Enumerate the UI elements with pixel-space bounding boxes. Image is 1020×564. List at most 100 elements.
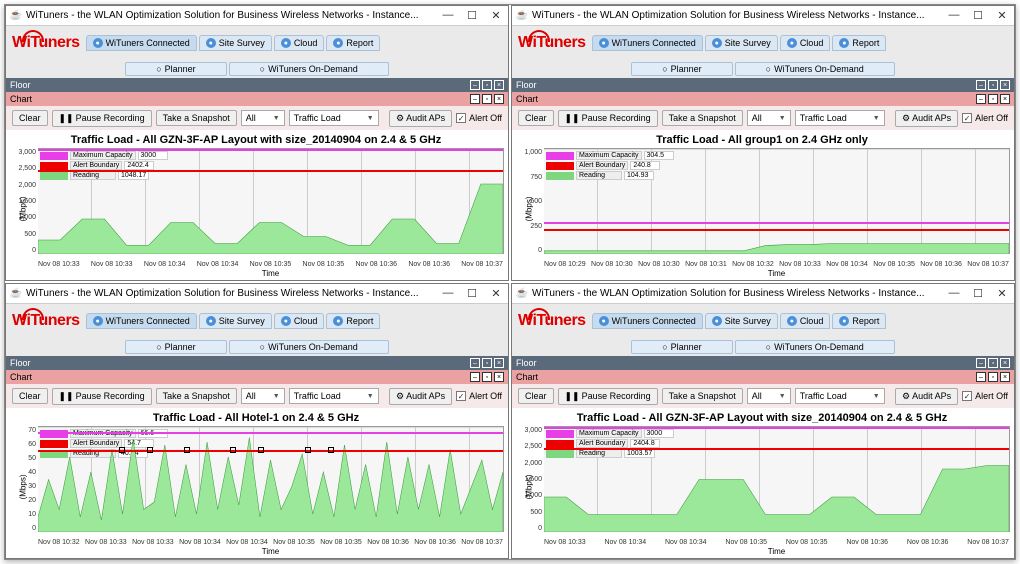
metric-select[interactable]: Traffic Load▼ [795,388,885,404]
main-tab[interactable]: ●WiTuners Connected [592,313,703,329]
panel-restore-icon[interactable]: ▫ [988,358,998,368]
main-tab[interactable]: ●WiTuners Connected [86,313,197,329]
main-tab[interactable]: ●Site Survey [705,313,778,329]
scope-select[interactable]: All▼ [241,388,285,404]
sub-tab[interactable]: ○Planner [631,340,732,354]
pause-recording-button[interactable]: ❚❚Pause Recording [52,110,152,127]
main-tabs: ●WiTuners Connected●Site Survey●Cloud●Re… [592,313,887,329]
sub-tab[interactable]: ○Planner [125,62,226,76]
minimize-button[interactable]: — [946,287,962,300]
minimize-button[interactable]: — [440,287,456,300]
close-button[interactable]: ✕ [994,287,1010,300]
panel-close-icon[interactable]: × [494,358,504,368]
panel-minimize-icon[interactable]: – [470,80,480,90]
panel-minimize-icon[interactable]: – [470,372,480,382]
main-tab[interactable]: ●Report [832,313,886,329]
panel-minimize-icon[interactable]: – [976,358,986,368]
minimize-button[interactable]: — [946,9,962,22]
panel-minimize-icon[interactable]: – [470,94,480,104]
panel-close-icon[interactable]: × [1000,80,1010,90]
snapshot-button[interactable]: Take a Snapshot [156,110,237,126]
panel-close-icon[interactable]: × [1000,372,1010,382]
tab-icon: ● [281,38,291,48]
sub-tab[interactable]: ○Planner [631,62,732,76]
panel-close-icon[interactable]: × [1000,94,1010,104]
audit-aps-button[interactable]: ⚙Audit APs [389,388,452,405]
close-button[interactable]: ✕ [488,9,504,22]
snapshot-button[interactable]: Take a Snapshot [662,110,743,126]
panel-restore-icon[interactable]: ▫ [988,80,998,90]
panel-restore-icon[interactable]: ▫ [482,358,492,368]
main-tab[interactable]: ●Site Survey [199,313,272,329]
y-tick: 0 [10,247,36,254]
main-tab[interactable]: ●Report [832,35,886,51]
scope-select[interactable]: All▼ [241,110,285,126]
pause-recording-button[interactable]: ❚❚Pause Recording [52,388,152,405]
sub-tab[interactable]: ○WiTuners On-Demand [229,340,389,354]
metric-select[interactable]: Traffic Load▼ [289,110,379,126]
panel-restore-icon[interactable]: ▫ [482,94,492,104]
panel-restore-icon[interactable]: ▫ [482,80,492,90]
main-tab[interactable]: ●Site Survey [199,35,272,51]
main-tab[interactable]: ●Cloud [274,35,325,51]
panel-close-icon[interactable]: × [1000,358,1010,368]
maximize-button[interactable]: ☐ [464,9,480,22]
sub-tab[interactable]: ○WiTuners On-Demand [229,62,389,76]
pause-recording-button[interactable]: ❚❚Pause Recording [558,388,658,405]
audit-aps-button[interactable]: ⚙Audit APs [895,110,958,127]
panel-close-icon[interactable]: × [494,372,504,382]
panel-minimize-icon[interactable]: – [470,358,480,368]
tab-label: Report [852,316,879,326]
alert-off-checkbox[interactable]: ✓Alert Off [456,113,502,123]
main-tab[interactable]: ●WiTuners Connected [86,35,197,51]
minimize-button[interactable]: — [440,9,456,22]
main-tab[interactable]: ●Report [326,313,380,329]
panel-close-icon[interactable]: × [494,94,504,104]
sub-tab[interactable]: ○WiTuners On-Demand [735,62,895,76]
maximize-button[interactable]: ☐ [970,287,986,300]
alert-off-checkbox[interactable]: ✓Alert Off [962,391,1008,401]
y-tick: 2,000 [10,182,36,189]
tab-label: Report [346,38,373,48]
sub-tab[interactable]: ○Planner [125,340,226,354]
panel-restore-icon[interactable]: ▫ [988,372,998,382]
panel-minimize-icon[interactable]: – [976,372,986,382]
audit-aps-button[interactable]: ⚙Audit APs [389,110,452,127]
main-tab[interactable]: ●Cloud [780,35,831,51]
close-button[interactable]: ✕ [994,9,1010,22]
snapshot-button[interactable]: Take a Snapshot [662,388,743,404]
main-tab[interactable]: ●Site Survey [705,35,778,51]
tab-label: Cloud [294,316,318,326]
panel-restore-icon[interactable]: ▫ [988,94,998,104]
panel-minimize-icon[interactable]: – [976,94,986,104]
sub-tab[interactable]: ○WiTuners On-Demand [735,340,895,354]
scope-select[interactable]: All▼ [747,388,791,404]
clear-button[interactable]: Clear [518,388,554,404]
main-tab[interactable]: ●Cloud [274,313,325,329]
panel-minimize-icon[interactable]: – [976,80,986,90]
close-button[interactable]: ✕ [488,287,504,300]
clear-button[interactable]: Clear [12,388,48,404]
maximize-button[interactable]: ☐ [464,287,480,300]
alert-off-checkbox[interactable]: ✓Alert Off [456,391,502,401]
main-tab[interactable]: ●Report [326,35,380,51]
main-tab[interactable]: ●Cloud [780,313,831,329]
y-axis-label: (Mbps) [524,196,533,221]
main-tab[interactable]: ●WiTuners Connected [592,35,703,51]
clear-button[interactable]: Clear [518,110,554,126]
clear-button[interactable]: Clear [12,110,48,126]
metric-select[interactable]: Traffic Load▼ [795,110,885,126]
subtab-icon: ○ [260,64,265,74]
snapshot-button[interactable]: Take a Snapshot [156,388,237,404]
scope-select[interactable]: All▼ [747,110,791,126]
maximize-button[interactable]: ☐ [970,9,986,22]
pause-recording-button[interactable]: ❚❚Pause Recording [558,110,658,127]
panel-close-icon[interactable]: × [494,80,504,90]
window-controls: — ☐ ✕ [946,9,1010,22]
panel-restore-icon[interactable]: ▫ [482,372,492,382]
chart-area: Traffic Load - All GZN-3F-AP Layout with… [6,130,508,280]
x-tick: Nov 08 10:35 [320,539,362,546]
metric-select[interactable]: Traffic Load▼ [289,388,379,404]
audit-aps-button[interactable]: ⚙Audit APs [895,388,958,405]
alert-off-checkbox[interactable]: ✓Alert Off [962,113,1008,123]
